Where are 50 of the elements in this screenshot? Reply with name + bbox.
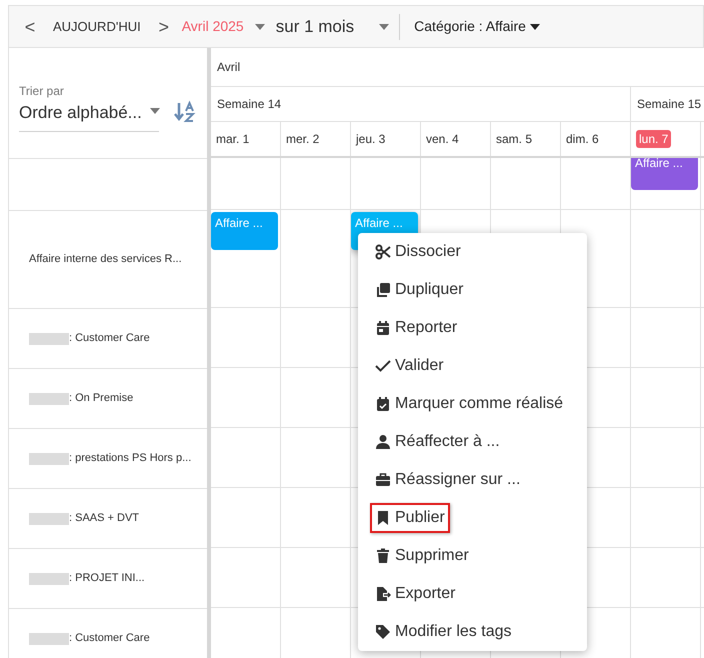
menu-item[interactable]: Marquer comme réalisé	[370, 389, 568, 419]
menu-item[interactable]: Reporter	[370, 313, 462, 343]
calendar-icon	[375, 320, 391, 336]
row-label: Affaire interne des services R...	[29, 252, 182, 268]
menu-item[interactable]: Publier	[370, 503, 450, 533]
trash-icon	[375, 548, 391, 564]
caret-icon	[254, 24, 265, 30]
event-block[interactable]: Affaire ...	[631, 158, 698, 190]
copy-icon	[375, 282, 391, 298]
day-header: jeu. 3	[356, 131, 386, 148]
file-export-icon	[375, 586, 391, 602]
tag-icon	[375, 624, 391, 640]
week-header: Semaine 15	[637, 96, 702, 113]
menu-item[interactable]: Supprimer	[370, 541, 474, 571]
row-label: : prestations PS Hors p...	[69, 451, 192, 466]
day-header: dim. 6	[566, 131, 599, 148]
calendar-check-icon	[375, 396, 391, 412]
bookmark-icon	[375, 510, 391, 526]
menu-item[interactable]: Réassigner sur ...	[370, 465, 526, 495]
caret-icon	[150, 108, 160, 114]
caret-icon	[530, 24, 540, 30]
row-label: : SAAS + DVT	[69, 511, 139, 526]
row-label: : PROJET INI...	[69, 571, 145, 586]
row-label: : On Premise	[69, 391, 134, 406]
user-icon	[375, 434, 391, 450]
scissors-icon	[375, 244, 391, 260]
menu-item[interactable]: Dupliquer	[370, 275, 468, 305]
today-button[interactable]: AUJOURD'HUI	[53, 16, 141, 36]
day-header: sam. 5	[496, 131, 532, 148]
category-filter[interactable]: Catégorie : Affaire	[414, 16, 526, 37]
sort-label: Trier par	[19, 83, 64, 100]
menu-item[interactable]: Réaffecter à ...	[370, 427, 505, 457]
menu-item[interactable]: Exporter	[370, 579, 460, 609]
day-header: ven. 4	[426, 131, 459, 148]
next-button[interactable]: >	[156, 18, 171, 36]
check-icon	[375, 358, 391, 374]
month-header: Avril	[217, 59, 240, 76]
caret-icon	[379, 24, 390, 30]
day-header: mar. 1	[216, 131, 250, 148]
row-label: : Customer Care	[69, 331, 150, 346]
week-header: Semaine 14	[217, 96, 282, 113]
day-header: lun. 7	[636, 130, 672, 148]
menu-item[interactable]: Valider	[370, 351, 449, 381]
row-label: : Customer Care	[69, 631, 150, 646]
sort-alphabetical-icon	[173, 100, 197, 124]
range-selector[interactable]: sur 1 mois	[276, 14, 354, 40]
day-header: mer. 2	[286, 131, 320, 148]
previous-button[interactable]: <	[21, 18, 39, 36]
briefcase-icon	[375, 472, 391, 488]
menu-item[interactable]: Modifier les tags	[370, 617, 516, 647]
